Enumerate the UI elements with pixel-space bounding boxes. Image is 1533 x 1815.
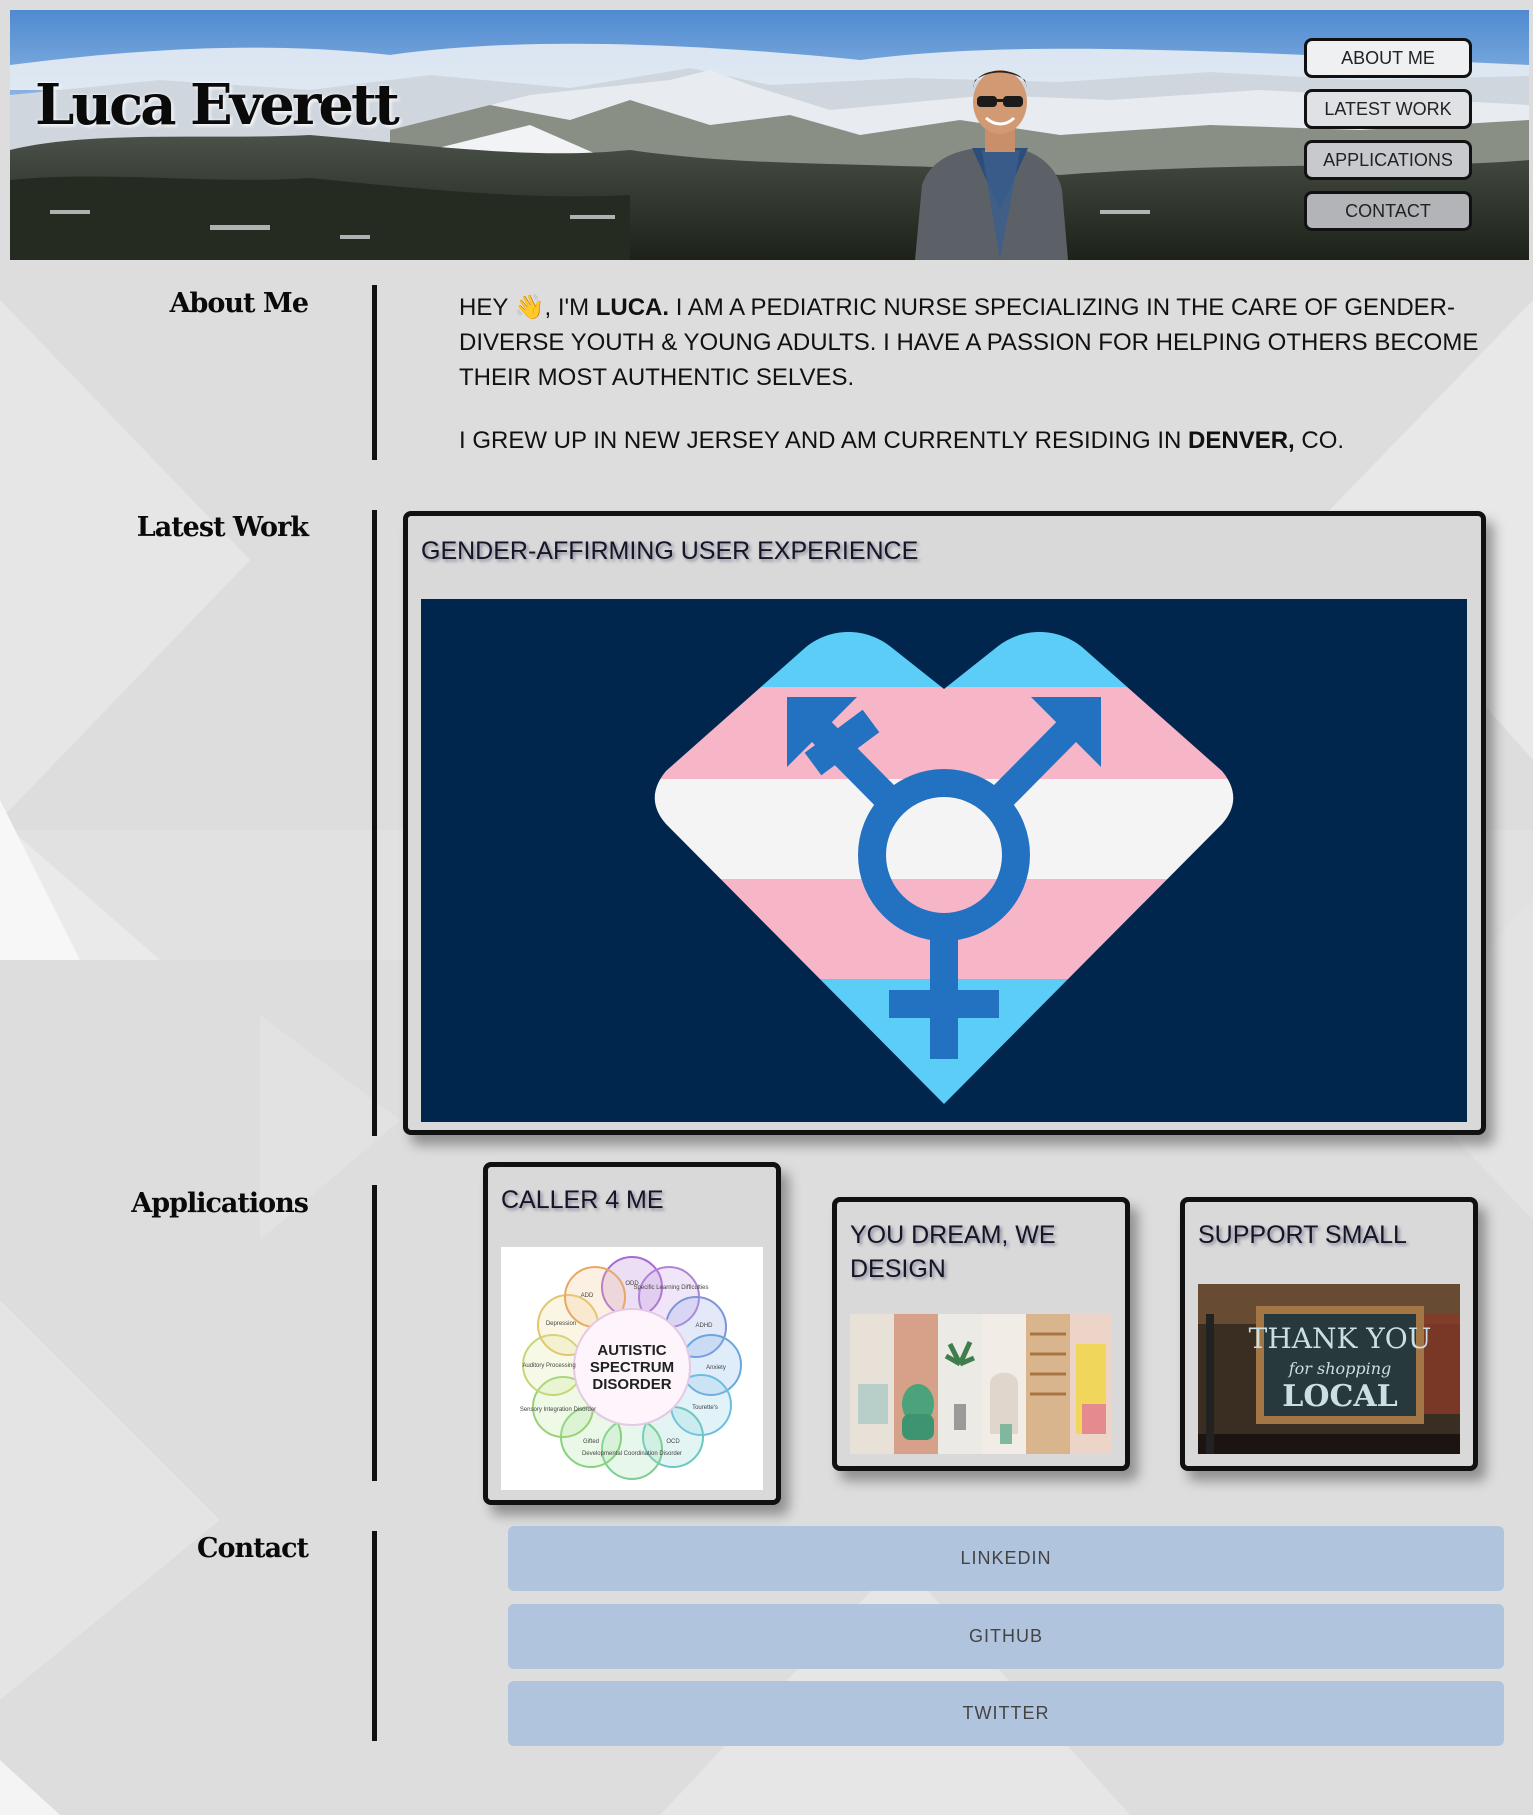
twitter-link-button[interactable]: TWITTER xyxy=(508,1681,1504,1746)
bubble-label: Specific Learning Difficulties xyxy=(634,1285,709,1291)
bubble-label: OCD xyxy=(666,1439,680,1445)
about-hometown: I GREW UP IN NEW JERSEY AND AM CURRENTLY… xyxy=(459,427,1182,454)
contact-divider xyxy=(372,1531,377,1741)
nav-applications-button[interactable]: APPLICATIONS xyxy=(1304,140,1472,180)
about-paragraph-2: I GREW UP IN NEW JERSEY AND AM CURRENTLY… xyxy=(459,423,1509,458)
autism-text-line2: SPECTRUM xyxy=(590,1359,674,1376)
contact-heading: Contact xyxy=(196,1533,309,1564)
about-text: HEY 👋, I'M LUCA. I AM A PEDIATRIC NURSE … xyxy=(459,290,1509,486)
about-heading: About Me xyxy=(169,288,309,319)
app-card-title: SUPPORT SMALL xyxy=(1198,1221,1407,1249)
nav-menu: ABOUT ME LATEST WORK APPLICATIONS CONTAC… xyxy=(1304,38,1474,242)
bubble-label: ADHD xyxy=(695,1323,713,1329)
app-card-title: CALLER 4 ME xyxy=(501,1186,664,1214)
autism-text-line3: DISORDER xyxy=(592,1376,671,1393)
app-card-caller-4-me[interactable]: CALLER 4 ME AUTISTIC SPECTRUM DISORDER A… xyxy=(483,1162,781,1505)
about-intro: , I'M xyxy=(544,294,590,321)
site-title: Luca Everett xyxy=(35,72,400,138)
bubble-label: Gifted xyxy=(583,1439,599,1445)
sign-text-line2: for shopping xyxy=(1288,1359,1392,1378)
about-divider xyxy=(372,285,377,460)
linkedin-link-button[interactable]: LINKEDIN xyxy=(508,1526,1504,1591)
app-card-support-small[interactable]: SUPPORT SMALL THANK YOU for shopping LOC… xyxy=(1180,1197,1478,1471)
nav-about-me-button[interactable]: ABOUT ME xyxy=(1304,38,1472,78)
trans-heart-image xyxy=(421,599,1467,1122)
latest-work-heading: Latest Work xyxy=(136,512,309,543)
app-card-you-dream-we-design[interactable]: YOU DREAM, WE DESIGN xyxy=(832,1197,1130,1471)
bubble-label: Sensory Integration Disorder xyxy=(520,1407,596,1413)
about-state: CO. xyxy=(1301,427,1345,454)
latest-work-card-title: GENDER-AFFIRMING USER EXPERIENCE xyxy=(421,537,919,565)
bubble-label: Tourette's xyxy=(692,1405,718,1411)
app-card-title: YOU DREAM, WE DESIGN xyxy=(850,1221,1056,1283)
sign-text-line1: THANK YOU xyxy=(1249,1322,1432,1355)
thank-you-sign-image: THANK YOU for shopping LOCAL xyxy=(1198,1284,1460,1454)
nav-latest-work-button[interactable]: LATEST WORK xyxy=(1304,89,1472,129)
autism-spectrum-image: AUTISTIC SPECTRUM DISORDER ADD ODD Speci… xyxy=(501,1247,763,1490)
autism-text-line1: AUTISTIC xyxy=(597,1342,666,1359)
interior-design-image xyxy=(850,1314,1112,1454)
bubble-label: Depression xyxy=(546,1321,576,1327)
latest-work-divider xyxy=(372,510,377,1136)
hero-banner: Luca Everett ABOUT ME LATEST WORK APPLIC… xyxy=(10,10,1529,260)
github-link-button[interactable]: GITHUB xyxy=(508,1604,1504,1669)
about-city: DENVER, xyxy=(1188,427,1295,454)
bubble-label: Anxiety xyxy=(706,1365,726,1371)
about-name: LUCA. xyxy=(595,294,670,321)
about-paragraph-1: HEY 👋, I'M LUCA. I AM A PEDIATRIC NURSE … xyxy=(459,290,1509,395)
bubble-label: Developmental Coordination Disorder xyxy=(582,1451,682,1457)
nav-contact-button[interactable]: CONTACT xyxy=(1304,191,1472,231)
applications-divider xyxy=(372,1185,377,1481)
applications-heading: Applications xyxy=(131,1188,309,1219)
about-greeting: HEY xyxy=(459,294,508,321)
latest-work-card[interactable]: GENDER-AFFIRMING USER EXPERIENCE xyxy=(403,511,1486,1135)
bubble-label: Auditory Processing xyxy=(522,1363,575,1369)
bubble-label: ADD xyxy=(581,1293,594,1299)
sign-text-line3: LOCAL xyxy=(1282,1379,1397,1414)
wave-hand-icon: 👋 xyxy=(514,294,545,321)
